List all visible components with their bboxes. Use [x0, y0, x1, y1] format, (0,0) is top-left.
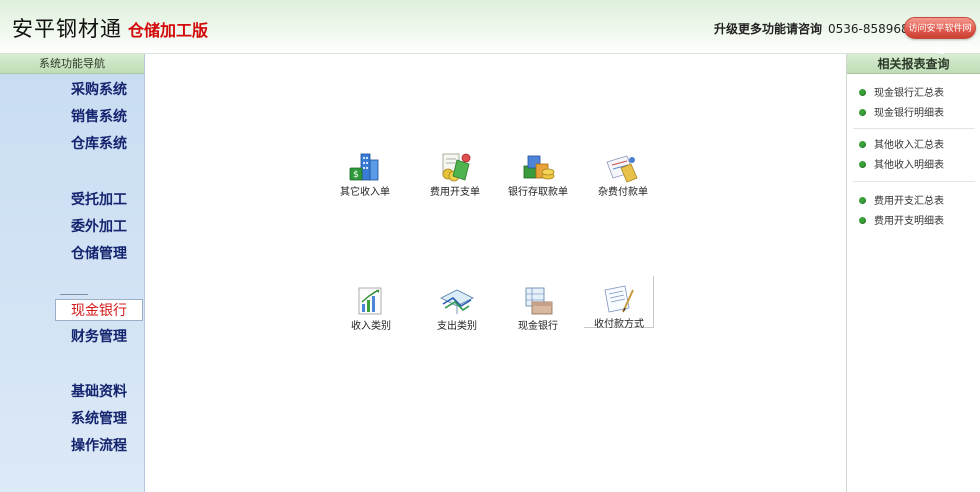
app-header: 安平钢材通 仓储加工版 升级更多功能请咨询 0536-8589685 访问安平软件… — [0, 0, 980, 56]
tile-label: 支出类别 — [437, 321, 477, 332]
tile-label: 费用开支单 — [430, 187, 480, 198]
report-panel: 相关报表查询 现金银行汇总表 现金银行明细表 其他收入汇总表 其他收入明细表 费… — [846, 54, 980, 492]
contact-info: 升级更多功能请咨询 0536-8589685 — [714, 20, 916, 37]
bullet-icon — [859, 109, 866, 116]
tile-bank-deposit[interactable]: 银行存取款单 — [498, 150, 578, 210]
report-divider — [853, 128, 975, 129]
bullet-icon — [859, 141, 866, 148]
sidebar-item-outsourced-processing[interactable]: 委外加工 — [56, 216, 142, 238]
bullet-icon — [859, 89, 866, 96]
report-link-label: 费用开支汇总表 — [874, 196, 944, 207]
tile-label: 收入类别 — [351, 321, 391, 332]
cash-bank-icon — [525, 287, 553, 315]
sidebar-item-finance[interactable]: 财务管理 — [56, 326, 142, 348]
sidebar-item-warehouse[interactable]: 仓库系统 — [56, 133, 142, 155]
app-edition: 仓储加工版 — [128, 21, 209, 40]
income-category-icon — [358, 287, 382, 315]
svg-text:$: $ — [353, 170, 359, 180]
report-link-label: 其他收入汇总表 — [874, 140, 944, 151]
tile-label: 银行存取款单 — [508, 187, 568, 198]
tile-expense[interactable]: 费用开支单 — [415, 150, 495, 210]
report-link-expense-detail[interactable]: 费用开支明细表 — [859, 215, 944, 229]
expense-icon — [442, 153, 471, 182]
tile-expense-category[interactable]: 支出类别 — [417, 284, 497, 344]
sidebar-item-system-management[interactable]: 系统管理 — [56, 408, 142, 430]
tile-payment-method[interactable]: 收付款方式 — [584, 276, 654, 330]
report-link-label: 现金银行汇总表 — [874, 88, 944, 99]
app-title: 安平钢材通 — [12, 17, 122, 41]
bullet-icon — [859, 217, 866, 224]
bullet-icon — [859, 197, 866, 204]
tile-label: 杂费付款单 — [598, 187, 648, 198]
sidebar-item-cash-bank[interactable]: 现金银行 — [55, 299, 143, 321]
tile-misc-payment[interactable]: 杂费付款单 — [583, 150, 663, 210]
tile-label: 其它收入单 — [340, 187, 390, 198]
sidebar-item-sales[interactable]: 销售系统 — [56, 106, 142, 128]
sidebar-heading: 系统功能导航 — [0, 54, 144, 74]
sidebar-item-workflow[interactable]: 操作流程 — [56, 435, 142, 457]
tile-label: 现金银行 — [518, 321, 558, 332]
sidebar-nav: 系统功能导航 采购系统 销售系统 仓库系统 受托加工 委外加工 仓储管理 现金银… — [0, 54, 145, 492]
payment-method-icon — [604, 285, 634, 313]
expense-category-icon — [440, 289, 474, 314]
sidebar-item-storage-management[interactable]: 仓储管理 — [56, 243, 142, 265]
report-link-label: 其他收入明细表 — [874, 160, 944, 171]
nav-divider — [60, 294, 88, 295]
tile-other-income[interactable]: $ 其它收入单 — [325, 150, 405, 210]
report-divider — [853, 181, 975, 182]
sidebar-item-purchase[interactable]: 采购系统 — [56, 79, 142, 101]
bullet-icon — [859, 161, 866, 168]
tile-cash-bank[interactable]: 现金银行 — [498, 284, 578, 344]
report-link-cash-bank-detail[interactable]: 现金银行明细表 — [859, 107, 944, 121]
report-link-other-income-summary[interactable]: 其他收入汇总表 — [859, 139, 944, 153]
other-income-icon: $ — [349, 153, 379, 181]
report-panel-heading: 相关报表查询 — [847, 54, 980, 74]
report-link-label: 现金银行明细表 — [874, 108, 944, 119]
report-link-expense-summary[interactable]: 费用开支汇总表 — [859, 195, 944, 209]
tile-label: 收付款方式 — [594, 319, 644, 330]
visit-website-button[interactable]: 访问安平软件网站 — [904, 17, 976, 56]
tile-income-category[interactable]: 收入类别 — [331, 284, 411, 344]
sidebar-item-entrusted-processing[interactable]: 受托加工 — [56, 189, 142, 211]
report-link-cash-bank-summary[interactable]: 现金银行汇总表 — [859, 87, 944, 101]
report-link-other-income-detail[interactable]: 其他收入明细表 — [859, 159, 944, 173]
misc-payment-icon — [606, 155, 638, 183]
sidebar-item-basic-data[interactable]: 基础资料 — [56, 381, 142, 403]
report-link-label: 费用开支明细表 — [874, 216, 944, 227]
bank-deposit-icon — [523, 155, 555, 180]
contact-label: 升级更多功能请咨询 — [714, 22, 823, 36]
